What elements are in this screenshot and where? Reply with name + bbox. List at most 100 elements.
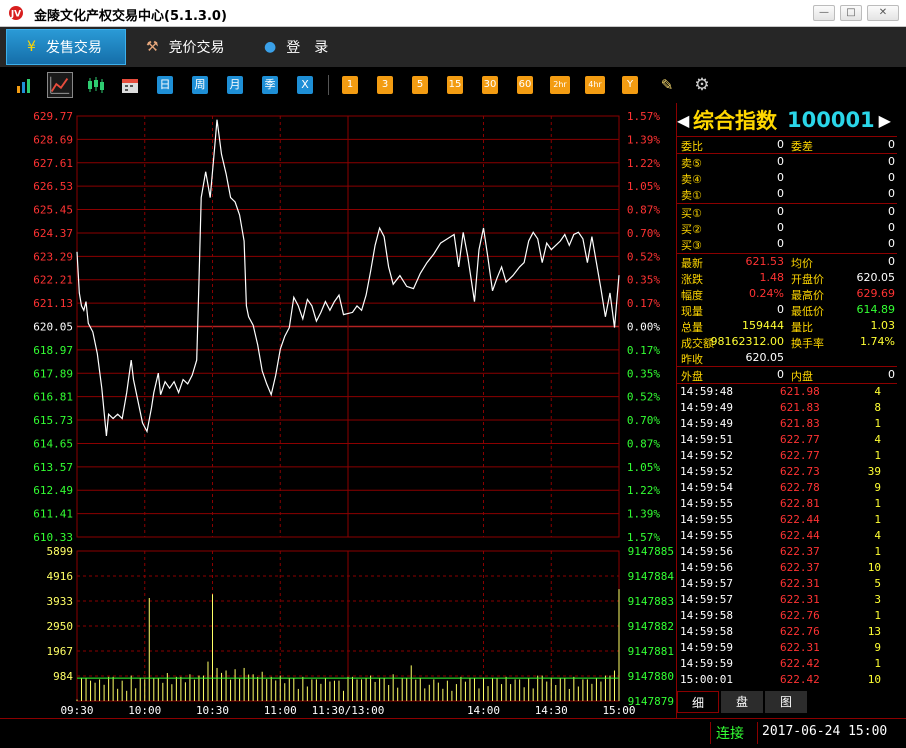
tick-price: 622.77 [780,433,820,446]
calendar-icon[interactable] [121,76,139,94]
year-button[interactable]: Y [622,76,638,94]
tick-row: 14:59:55 622.44 4 [677,528,897,544]
book-row: 买① 0 0 [677,204,897,220]
weibi-row: 委比 0 委差 0 [677,137,897,153]
minute-3-button[interactable]: 3 [377,76,393,94]
book-price: 0 [777,155,784,168]
tick-time: 14:59:58 [680,609,733,622]
minute-60-button[interactable]: 60 [517,76,533,94]
prev-symbol-icon[interactable]: ◀ [677,111,689,130]
period-day-button[interactable]: 日 [157,76,173,94]
time-axis-label: 15:00 [602,704,635,717]
chart-toolbar: 日 周 月 季 X 1 3 5 15 30 60 2hr 4hr Y ✎ ⚙ [0,67,906,103]
minute-1-button[interactable]: 1 [342,76,358,94]
tick-volume: 1 [874,545,881,558]
tab-login[interactable]: ● 登 录 [258,29,348,65]
time-axis-label: 10:00 [128,704,161,717]
percent-axis-label: 1.22% [627,157,660,170]
book-level-label: 买① [681,207,702,220]
candlestick-icon[interactable] [86,76,106,94]
percent-axis-label: 0.52% [627,250,660,263]
book-row: 卖① 0 0 [677,186,897,202]
tick-time: 14:59:57 [680,577,733,590]
tick-row: 14:59:52 622.77 1 [677,448,897,464]
tick-volume: 1 [874,609,881,622]
book-qty: 0 [888,205,895,218]
user-icon: ● [264,39,277,55]
tab-sale-trading[interactable]: ¥ 发售交易 [6,29,126,65]
book-price: 0 [777,205,784,218]
yen-icon: ¥ [27,39,36,55]
tick-volume: 1 [874,449,881,462]
period-month-button[interactable]: 月 [227,76,243,94]
stat-label: 幅度 [681,289,703,302]
volume-axis-label: 984 [53,670,73,683]
line-chart-icon[interactable] [47,72,73,98]
app-window: JV 金陵文化产权交易中心(5.1.3.0) — □ ✕ ¥ 发售交易 ⚒ 竞价… [0,0,906,748]
stat-label: 换手率 [791,337,824,350]
tick-row: 14:59:49 621.83 8 [677,400,897,416]
period-quarter-button[interactable]: 季 [262,76,278,94]
book-level-label: 买③ [681,239,702,252]
stat-value: 629.69 [856,287,896,300]
tab-detail[interactable]: 细 [677,691,719,713]
tab-auction-trading[interactable]: ⚒ 竞价交易 [138,29,248,65]
svg-text:JV: JV [10,10,21,20]
tick-row: 14:59:59 622.31 9 [677,640,897,656]
tick-row: 14:59:55 622.44 1 [677,512,897,528]
book-level-label: 卖④ [681,173,702,186]
minute-5-button[interactable]: 5 [412,76,428,94]
tick-price: 622.37 [780,545,820,558]
percent-axis-label: 1.39% [627,133,660,146]
period-week-button[interactable]: 周 [192,76,208,94]
book-qty: 0 [888,171,895,184]
tick-time: 14:59:52 [680,465,733,478]
tab-label: 登 录 [286,40,329,56]
bid-section: 买① 0 0 买② 0 0 买③ 0 0 [677,203,897,252]
tick-row: 15:00:01 622.42 10 [677,672,897,688]
hour-4-button[interactable]: 4hr [585,76,605,94]
minimize-button[interactable]: — [813,5,835,21]
percent-axis-label: 0.52% [627,391,660,404]
bar-chart-icon[interactable] [15,76,33,94]
tick-time: 14:59:52 [680,449,733,462]
stat-label: 现量 [681,305,703,318]
book-qty: 0 [888,187,895,200]
minute-30-button[interactable]: 30 [482,76,498,94]
stat-label: 成交额 [681,337,714,350]
tab-label: 发售交易 [45,40,102,56]
tick-price: 621.83 [780,417,820,430]
tab-orderbook[interactable]: 盘 [721,691,763,713]
period-custom-button[interactable]: X [297,76,313,94]
tick-row: 14:59:58 622.76 1 [677,608,897,624]
connection-status: 连接 [716,726,744,742]
tab-chart[interactable]: 图 [765,691,807,713]
stat-row: 成交额 98162312.00 换手率 1.74% [677,334,897,350]
weibi-value: 0 [777,138,784,151]
price-axis-label: 629.77 [33,110,73,123]
settings-gear-icon[interactable]: ⚙ [693,76,711,94]
tick-time: 14:59:49 [680,401,733,414]
close-button[interactable]: ✕ [867,5,899,21]
status-divider [710,722,711,744]
tick-price: 622.31 [780,593,820,606]
minute-15-button[interactable]: 15 [447,76,463,94]
draw-icon[interactable]: ✎ [658,76,676,94]
stat-value: 0 [777,303,784,316]
book-qty: 0 [888,155,895,168]
amount-axis-label: 9147881 [628,645,674,658]
intraday-chart[interactable]: 629.77 1.57% 628.69 1.39% 627.61 1.22% 626.53 1… [0,103,676,718]
percent-axis-label: 1.57% [627,110,660,123]
maximize-button[interactable]: □ [840,5,862,21]
tick-list: 14:59:48 621.98 4 14:59:49 621.83 8 14:59:49 62… [677,383,897,688]
next-symbol-icon[interactable]: ▶ [879,111,891,130]
ask-section: 卖⑤ 0 0 卖④ 0 0 卖① 0 0 [677,153,897,202]
tick-price: 622.44 [780,529,820,542]
book-price: 0 [777,237,784,250]
hour-2-button[interactable]: 2hr [550,76,570,94]
price-axis-label: 618.97 [33,344,73,357]
book-row: 卖④ 0 0 [677,170,897,186]
quote-header: ◀ 综合指数 100001 ▶ [677,105,906,135]
weicha-label: 委差 [791,140,813,153]
intraday-chart-area[interactable]: 629.77 1.57% 628.69 1.39% 627.61 1.22% 626.53 1… [0,103,676,718]
